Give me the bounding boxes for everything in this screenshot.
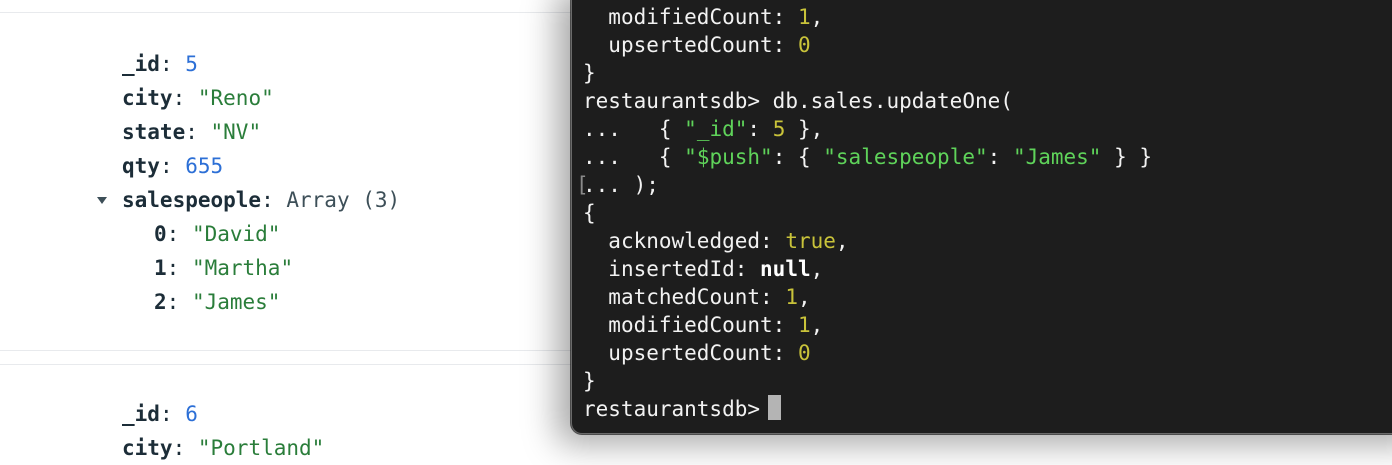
collapse-arrow-icon[interactable] <box>97 197 107 204</box>
field-type: Array (3) <box>286 188 401 212</box>
shell-prompt: restaurantsdb> <box>583 397 761 421</box>
field-salespeople[interactable]: salespeople: Array (3) <box>122 183 400 217</box>
field-key: _id <box>122 402 160 426</box>
array-element: 1: "Martha" <box>154 256 294 280</box>
output-line: modifiedCount: 1, <box>608 313 824 337</box>
field-key: state <box>122 120 186 144</box>
field-city: city: "Reno" <box>122 86 274 110</box>
field-value: 6 <box>185 402 198 426</box>
field-value: 5 <box>185 52 198 76</box>
output-line: acknowledged: true, <box>608 229 849 253</box>
field-state: state: "NV" <box>122 120 262 144</box>
document-divider <box>0 350 620 351</box>
command-text: db.sales.updateOne( <box>772 89 1013 113</box>
document-card[interactable]: _id: 5 city: "Reno" state: "NV" qty: 655… <box>0 0 620 340</box>
field-key: salespeople <box>122 188 262 212</box>
field-qty: qty: 655 <box>122 154 224 178</box>
command-line: restaurantsdb> db.sales.updateOne( <box>583 87 1013 115</box>
array-element: 0: "David" <box>154 222 281 246</box>
active-prompt-line[interactable]: restaurantsdb> <box>583 395 782 423</box>
field-value: "Reno" <box>197 86 274 110</box>
field-id: _id: 5 <box>122 52 198 76</box>
field-value: "NV" <box>210 120 262 144</box>
terminal-window[interactable]: modifiedCount: 1, upsertedCount: 0 } res… <box>571 0 1392 434</box>
output-line: modifiedCount: 1, <box>608 5 824 29</box>
shell-prompt: restaurantsdb> <box>583 89 761 113</box>
text-cursor <box>768 395 782 420</box>
output-line: { <box>583 201 596 225</box>
output-line: upsertedCount: 0 <box>608 341 811 365</box>
array-element-value: "David" <box>191 222 281 246</box>
output-line: insertedId: null, <box>608 257 824 281</box>
command-continuation-line: ... ); <box>583 173 659 197</box>
field-value: 655 <box>185 154 224 178</box>
field-key: _id <box>122 52 160 76</box>
document-card[interactable]: _id: 6 city: "Portland" <box>0 364 620 460</box>
output-line: matchedCount: 1, <box>608 285 811 309</box>
field-key: qty <box>122 154 160 178</box>
output-line: } <box>583 61 596 85</box>
output-line: } <box>583 369 596 393</box>
command-continuation-line: ... { "_id": 5 }, <box>583 117 824 141</box>
command-continuation-line: ... { "$push": { "salespeople": "James" … <box>583 145 1153 169</box>
field-key: city <box>122 86 173 110</box>
field-city: city: "Portland" <box>122 436 325 460</box>
array-element-value: "James" <box>191 290 281 314</box>
array-element: 2: "James" <box>154 290 281 314</box>
field-id: _id: 6 <box>122 402 198 426</box>
output-line: upsertedCount: 0 <box>608 33 811 57</box>
field-value: "Portland" <box>197 436 325 460</box>
array-element-value: "Martha" <box>191 256 294 280</box>
field-key: city <box>122 436 173 460</box>
